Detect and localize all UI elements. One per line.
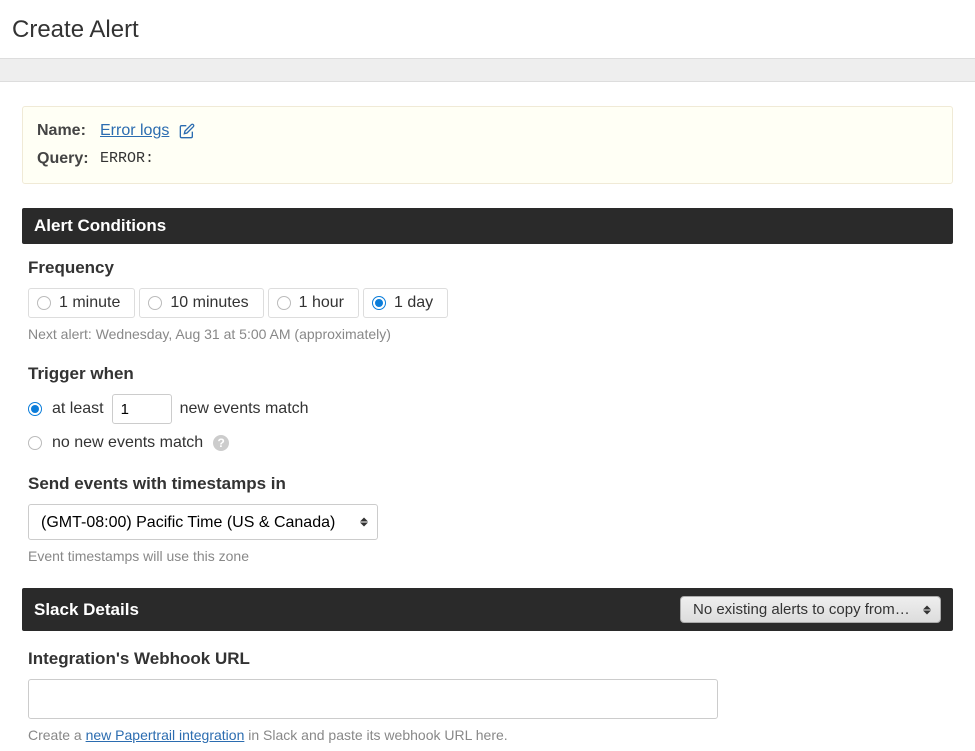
radio-icon [372,296,386,310]
trigger-at-least-row[interactable]: at least new events match [28,394,947,424]
frequency-group: 1 minute 10 minutes 1 hour 1 day [28,288,947,318]
page-title: Create Alert [12,16,963,44]
main-content: Name: Error logs Query: ERROR: Alert Con… [0,82,975,751]
frequency-option-1-day[interactable]: 1 day [363,288,448,318]
edit-name-icon[interactable] [179,123,195,139]
webhook-label: Integration's Webhook URL [28,649,947,669]
slack-details-title: Slack Details [34,600,139,620]
query-row: Query: ERROR: [37,147,938,171]
alert-conditions-title: Alert Conditions [34,216,166,236]
slack-details-body: Integration's Webhook URL Create a new P… [22,631,953,743]
frequency-option-label: 10 minutes [170,294,248,312]
caption-prefix: Create a [28,727,86,743]
help-icon[interactable]: ? [213,435,229,451]
next-alert-hint: Next alert: Wednesday, Aug 31 at 5:00 AM… [28,326,947,342]
timezone-select[interactable]: (GMT-08:00) Pacific Time (US & Canada) [28,504,378,540]
trigger-at-least-suffix: new events match [180,400,309,418]
timezone-select-wrap: (GMT-08:00) Pacific Time (US & Canada) [28,504,378,540]
name-label: Name: [37,119,92,143]
slack-details-header: Slack Details No existing alerts to copy… [22,588,953,631]
radio-icon [28,436,42,450]
alert-summary-box: Name: Error logs Query: ERROR: [22,106,953,184]
radio-icon [28,402,42,416]
alert-conditions-body: Frequency 1 minute 10 minutes 1 hour 1 d… [22,244,953,564]
caption-suffix: in Slack and paste its webhook URL here. [244,727,507,743]
trigger-label: Trigger when [28,364,947,384]
trigger-count-input[interactable] [112,394,172,424]
webhook-caption: Create a new Papertrail integration in S… [28,727,947,743]
frequency-option-label: 1 day [394,294,433,312]
radio-icon [277,296,291,310]
frequency-label: Frequency [28,258,947,278]
name-row: Name: Error logs [37,119,938,143]
frequency-option-1-hour[interactable]: 1 hour [268,288,359,318]
copy-from-wrap: No existing alerts to copy from… [680,596,941,623]
trigger-no-new-label: no new events match [52,434,203,452]
radio-icon [37,296,51,310]
header-divider [0,58,975,82]
new-integration-link[interactable]: new Papertrail integration [86,727,245,743]
alert-conditions-header: Alert Conditions [22,208,953,244]
page-header: Create Alert [0,0,975,58]
timezone-label: Send events with timestamps in [28,474,947,494]
frequency-option-10-minutes[interactable]: 10 minutes [139,288,263,318]
frequency-option-1-minute[interactable]: 1 minute [28,288,135,318]
query-value: ERROR: [100,148,154,171]
radio-icon [148,296,162,310]
query-label: Query: [37,147,92,171]
copy-from-select[interactable]: No existing alerts to copy from… [680,596,941,623]
webhook-url-input[interactable] [28,679,718,719]
trigger-at-least-prefix: at least [52,400,104,418]
frequency-option-label: 1 minute [59,294,120,312]
frequency-option-label: 1 hour [299,294,344,312]
timezone-hint: Event timestamps will use this zone [28,548,947,564]
trigger-no-new-row[interactable]: no new events match ? [28,434,947,452]
alert-name-link[interactable]: Error logs [100,119,169,143]
